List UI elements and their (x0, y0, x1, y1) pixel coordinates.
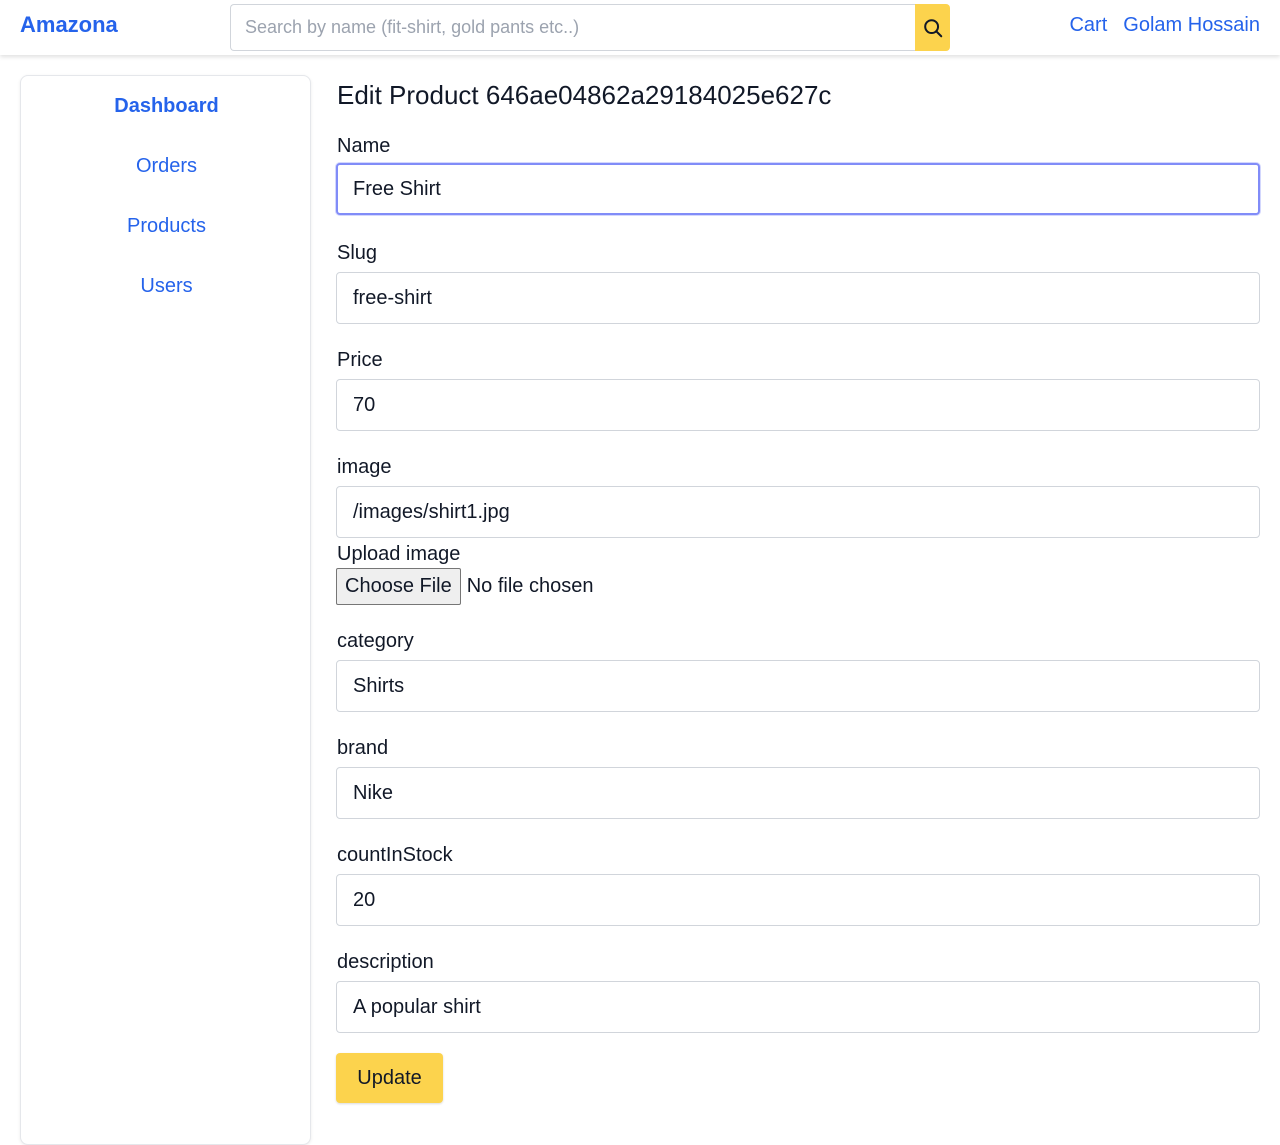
sidebar-link-dashboard[interactable]: Dashboard (114, 95, 218, 117)
file-status-text: No file chosen (466, 575, 594, 597)
user-menu-link[interactable]: Golam Hossain (1123, 14, 1260, 37)
category-label: category (337, 630, 414, 652)
description-input[interactable] (336, 981, 1260, 1033)
cart-link[interactable]: Cart (1069, 14, 1107, 37)
category-input[interactable] (336, 660, 1260, 712)
image-label: image (337, 456, 392, 478)
count-in-stock-input[interactable] (336, 874, 1260, 926)
sidebar-item-dashboard: Dashboard (21, 95, 312, 118)
sidebar-link-users[interactable]: Users (140, 275, 192, 297)
price-input[interactable] (336, 379, 1260, 431)
image-input[interactable] (336, 486, 1260, 538)
search-input[interactable] (230, 4, 915, 51)
file-upload-control: Choose File No file chosen (336, 568, 593, 605)
name-input[interactable] (336, 163, 1260, 215)
search-icon (923, 18, 942, 37)
top-navbar: Amazona Cart Golam Hossain (0, 0, 1280, 55)
description-label: description (337, 951, 434, 973)
slug-input[interactable] (336, 272, 1260, 324)
name-label: Name (337, 135, 391, 157)
admin-sidebar: Dashboard Orders Products Users (20, 75, 311, 1145)
search-form (230, 4, 950, 51)
brand-input[interactable] (336, 767, 1260, 819)
price-label: Price (337, 349, 383, 371)
header-nav: Cart Golam Hossain (1069, 14, 1260, 37)
count-in-stock-label: countInStock (337, 844, 453, 866)
sidebar-link-orders[interactable]: Orders (136, 155, 197, 177)
sidebar-item-products: Products (21, 215, 312, 238)
brand-logo-link[interactable]: Amazona (20, 12, 118, 38)
update-button[interactable]: Update (336, 1053, 443, 1103)
choose-file-button[interactable]: Choose File (336, 568, 461, 605)
upload-image-label: Upload image (337, 543, 461, 565)
search-button[interactable] (915, 4, 950, 51)
sidebar-item-users: Users (21, 275, 312, 298)
brand-label: brand (337, 737, 389, 759)
page-title: Edit Product 646ae04862a29184025e627c (337, 80, 832, 110)
slug-label: Slug (337, 242, 378, 264)
sidebar-link-products[interactable]: Products (127, 215, 206, 237)
sidebar-item-orders: Orders (21, 155, 312, 178)
